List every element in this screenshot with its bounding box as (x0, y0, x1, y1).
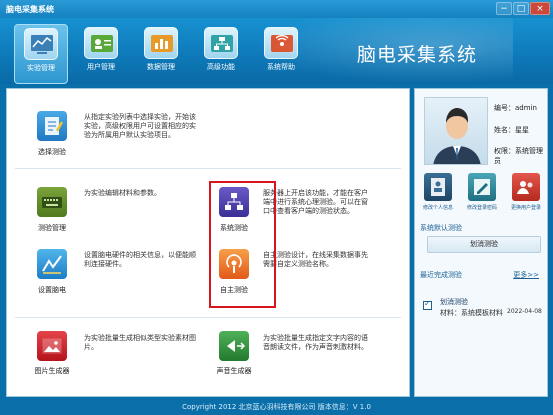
feature-description: 自主测验设计，在线采集数据事先需要自定义测验名称。 (263, 251, 368, 268)
function-panel: 选择测验 从指定实验列表中选择实验，开始该实验，高级权限用户可设置相应的实验为所… (6, 88, 410, 397)
keyboard-icon (37, 187, 67, 217)
nav-label: 用户管理 (87, 63, 115, 71)
user-id-value: admin (515, 104, 537, 112)
maximize-button[interactable]: □ (513, 2, 529, 15)
nav-system-help[interactable]: 系统帮助 (254, 24, 308, 84)
minimize-button[interactable]: − (496, 2, 512, 15)
change-password-button[interactable]: 修改登录密码 (461, 173, 503, 211)
nav-label: 实验管理 (27, 64, 55, 72)
user-panel: 编号：admin 姓名：星星 权限：系统管理员 修改个人信息 修改登录密码 更换… (414, 88, 548, 397)
main-nav: 实验管理 用户管理 数据管理 高级功能 系统帮助 (14, 24, 308, 84)
feature-name: 设置脑电 (38, 286, 66, 294)
switch-user-icon (512, 173, 540, 201)
nav-data-management[interactable]: 数据管理 (134, 24, 188, 84)
switch-user-button[interactable]: 更换用户登录 (505, 173, 547, 211)
divider (15, 168, 401, 169)
address-book-icon (424, 173, 452, 201)
picture-icon (37, 331, 67, 361)
nav-advanced-features[interactable]: 高级功能 (194, 24, 248, 84)
user-role-label: 权限： (494, 147, 515, 155)
feature-name: 声音生成器 (216, 367, 252, 375)
user-name-label: 姓名： (494, 126, 515, 134)
footer: Copyright 2012 北京蓝心羽科技有限公司 版本信息：V 1.0 (0, 400, 553, 415)
nav-label: 系统帮助 (267, 63, 295, 71)
divider (15, 317, 401, 318)
brand-title: 脑电采集系统 (357, 44, 478, 66)
sound-export-icon (219, 331, 249, 361)
action-label: 修改个人信息 (422, 205, 453, 211)
chart-monitor-icon (24, 28, 58, 60)
nav-experiment-management[interactable]: 实验管理 (14, 24, 68, 84)
nav-label: 数据管理 (147, 63, 175, 71)
edit-password-icon (468, 173, 496, 201)
highlight-box (209, 181, 276, 308)
user-avatar-icon (433, 108, 481, 164)
user-id: 编号：admin (494, 103, 537, 113)
feature-name: 图片生成器 (34, 367, 70, 375)
nav-label: 高级功能 (207, 63, 235, 71)
user-name-value: 星星 (515, 126, 529, 134)
action-label: 更换用户登录 (510, 205, 541, 211)
action-label: 修改登录密码 (466, 205, 497, 211)
more-link[interactable]: 更多>> (513, 270, 539, 280)
edit-profile-button[interactable]: 修改个人信息 (417, 173, 459, 211)
help-broadcast-icon (264, 27, 298, 59)
recent-title: 最近完成测验 (420, 271, 462, 279)
feature-name: 测验管理 (38, 224, 66, 232)
default-experiment-button[interactable]: 划消测验 (427, 236, 541, 253)
feature-description: 为实验编辑材料和参数。 (84, 189, 161, 197)
window-title: 脑电采集系统 (6, 5, 54, 14)
network-icon (204, 27, 238, 59)
material-label: 材料： (440, 309, 461, 317)
bar-chart-icon (144, 27, 178, 59)
feature-name: 选择测验 (38, 148, 66, 156)
window-controls: − □ × (496, 2, 550, 15)
user-name: 姓名：星星 (494, 125, 529, 135)
close-button[interactable]: × (530, 2, 550, 15)
avatar (424, 97, 488, 165)
nav-user-management[interactable]: 用户管理 (74, 24, 128, 84)
feature-description: 为实验批量生成指定文字内容的语音朗读文件，作为声音刺激材料。 (263, 334, 368, 351)
recent-test-date: 2022-04-08 (507, 308, 542, 315)
recent-test-material: 材料：系统模板材料 (440, 308, 503, 318)
user-role: 权限：系统管理员 (494, 146, 547, 166)
feature-description: 从指定实验列表中选择实验，开始该实验，高级权限用户可设置相应的实验为所属用户默认… (84, 113, 196, 139)
user-id-label: 编号： (494, 104, 515, 112)
title-bar: 脑电采集系统 − □ × (0, 0, 553, 18)
recent-test-name: 划消测验 (440, 298, 468, 306)
default-experiment-title: 系统默认测验 (420, 224, 462, 232)
feature-description: 服务器上开启该功能，才能在客户端中进行系统心理测验。可以在窗口中查看客户端的测验… (263, 189, 368, 215)
feature-description: 设置脑电硬件的相关信息，以便能顺利连接硬件。 (84, 251, 196, 268)
select-pen-icon (37, 111, 67, 141)
material-value: 系统模板材料 (461, 309, 503, 317)
app-header: 实验管理 用户管理 数据管理 高级功能 系统帮助 脑电采集系统 (0, 18, 553, 84)
eeg-chart-icon (37, 249, 67, 279)
check-icon (423, 299, 432, 310)
feature-description: 为实验批量生成相似类型实验素材图片。 (84, 334, 196, 351)
user-card-icon (84, 27, 118, 59)
